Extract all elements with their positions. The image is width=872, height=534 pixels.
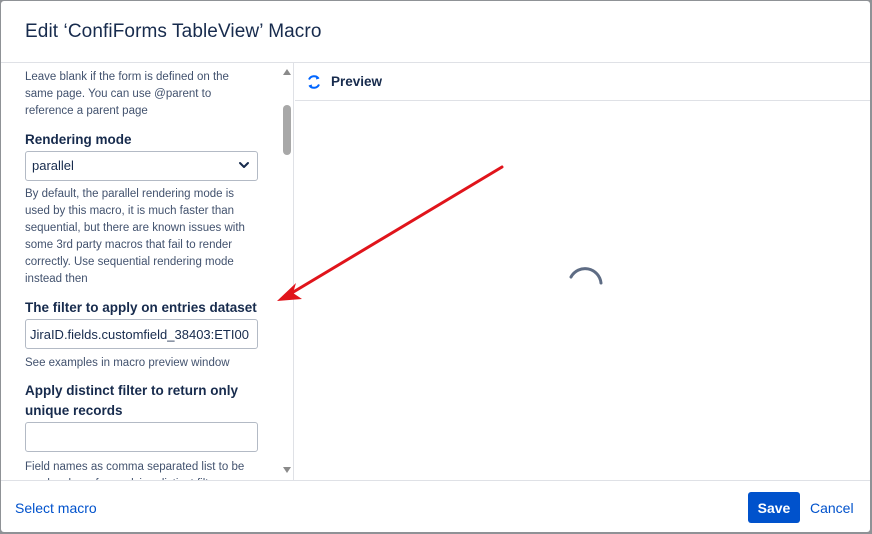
- macro-dialog: Edit ‘ConfiForms TableView’ Macro Leave …: [1, 1, 870, 532]
- distinct-filter-label: Apply distinct filter to return only uni…: [25, 383, 239, 418]
- distinct-filter-input[interactable]: [25, 422, 258, 452]
- scrollbar-thumb[interactable]: [283, 105, 291, 155]
- scroll-down-arrow-icon[interactable]: [282, 466, 292, 474]
- select-macro-link[interactable]: Select macro: [15, 500, 97, 516]
- filter-input[interactable]: JiraID.fields.customfield_38403:ETI00: [25, 319, 258, 349]
- chevron-down-icon: [239, 162, 249, 168]
- dialog-title: Edit ‘ConfiForms TableView’ Macro: [25, 21, 322, 42]
- rendering-mode-value: parallel: [32, 158, 74, 173]
- save-button[interactable]: Save: [748, 492, 800, 523]
- rendering-mode-select[interactable]: parallel: [25, 151, 258, 181]
- parameters-scrollbar[interactable]: [280, 63, 294, 480]
- dialog-footer: Select macro Save Cancel: [1, 480, 870, 532]
- rendering-mode-help: By default, the parallel rendering mode …: [25, 188, 245, 285]
- refresh-icon[interactable]: [306, 74, 322, 90]
- scroll-up-arrow-icon[interactable]: [282, 68, 292, 76]
- filter-label: The filter to apply on entries dataset: [25, 300, 257, 315]
- cancel-button[interactable]: Cancel: [810, 500, 854, 516]
- loading-spinner-icon: [569, 267, 603, 285]
- filter-help: See examples in macro preview window: [25, 357, 230, 369]
- distinct-filter-help: Field names as comma separated list to b…: [25, 461, 245, 480]
- preview-title: Preview: [331, 74, 383, 89]
- parameters-form: Leave blank if the form is defined on th…: [25, 69, 259, 480]
- preview-header: Preview: [295, 63, 870, 101]
- form-help-text: Leave blank if the form is defined on th…: [25, 71, 229, 117]
- macro-parameters-panel: Leave blank if the form is defined on th…: [1, 63, 294, 480]
- dialog-header: Edit ‘ConfiForms TableView’ Macro: [1, 1, 870, 63]
- rendering-mode-label: Rendering mode: [25, 132, 132, 147]
